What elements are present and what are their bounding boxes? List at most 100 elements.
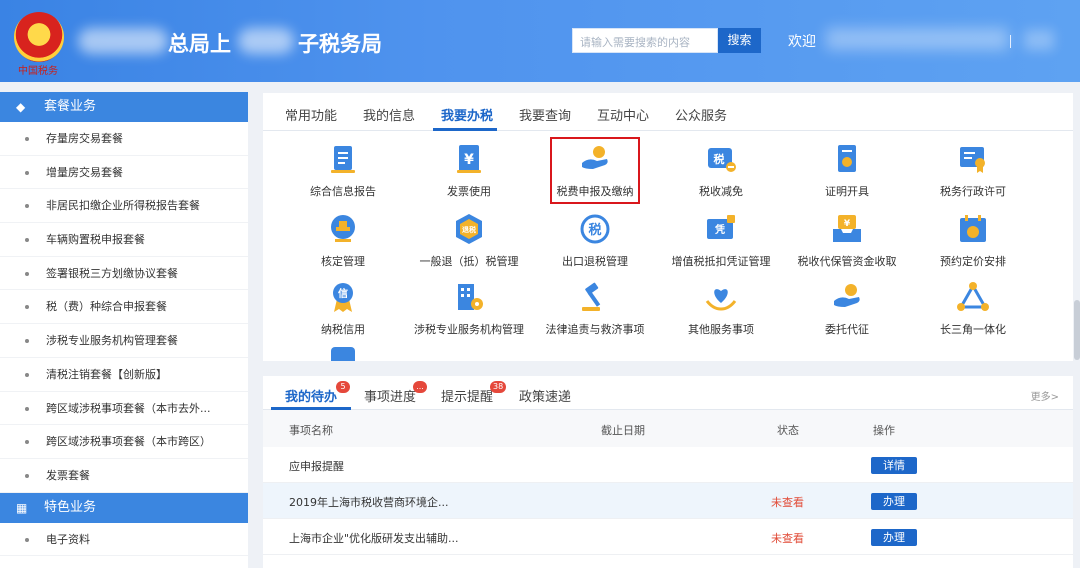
- function-panel: 常用功能 我的信息 我要办税 我要查询 互动中心 公众服务 综合信息报告 ¥ 发…: [263, 93, 1073, 361]
- search-button[interactable]: 搜索: [718, 28, 761, 53]
- refund-hexagon-icon: 退税: [453, 213, 485, 245]
- tab-interaction[interactable]: 互动中心: [597, 105, 649, 124]
- voucher-icon: 凭: [705, 213, 737, 245]
- function-tabs: 常用功能 我的信息 我要办税 我要查询 互动中心 公众服务: [263, 93, 1073, 131]
- grid-item-other-services[interactable]: 其他服务事项: [651, 281, 791, 337]
- sidebar-item[interactable]: 存量房交易套餐: [0, 122, 248, 156]
- column-header: 状态: [777, 424, 799, 437]
- sidebar-item[interactable]: 电子资料: [0, 523, 248, 557]
- table-header: 事项名称 截止日期 状态 操作: [263, 410, 1073, 447]
- tab-progress[interactable]: 事项进度: [364, 386, 416, 405]
- stamp-icon: [327, 213, 359, 245]
- triangle-network-icon: [957, 281, 989, 313]
- row-status: 未查看: [771, 532, 804, 545]
- grid-item-tax-relief[interactable]: 税 税收减免: [651, 143, 791, 199]
- sidebar-item[interactable]: 发票套餐: [0, 459, 248, 493]
- header-divider: [1010, 35, 1011, 48]
- tab-my-todo[interactable]: 我的待办: [285, 386, 337, 405]
- tab-reminders[interactable]: 提示提醒: [441, 386, 493, 405]
- top-header: 中国税务 总局上 子税务局 请输入需要搜索的内容 搜索 欢迎: [0, 0, 1080, 82]
- todo-count-badge: 5: [336, 381, 350, 393]
- sidebar-section-package[interactable]: ◆ 套餐业务: [0, 92, 248, 122]
- grid-item-entrusted-collection[interactable]: 委托代征: [777, 281, 917, 337]
- tab-policy[interactable]: 政策速递: [519, 386, 571, 405]
- tab-public[interactable]: 公众服务: [675, 105, 727, 124]
- tab-query[interactable]: 我要查询: [519, 105, 571, 124]
- tax-emblem-icon: [14, 12, 64, 62]
- sidebar: ◆ 套餐业务 存量房交易套餐 增量房交易套餐 非居民扣缴企业所得税报告套餐 车辆…: [0, 92, 248, 568]
- sidebar-item[interactable]: 跨区域涉税事项套餐（本市去外...: [0, 392, 248, 426]
- tax-circle-icon: 税: [579, 213, 611, 245]
- emblem-caption: 中国税务: [18, 66, 58, 77]
- sidebar-item[interactable]: 增量房交易套餐: [0, 156, 248, 190]
- svg-text:税: 税: [588, 222, 601, 238]
- handle-button[interactable]: 办理: [871, 529, 917, 546]
- grid-item-invoice-use[interactable]: ¥ 发票使用: [399, 143, 539, 199]
- grid-item-tax-credit[interactable]: 信 纳税信用: [273, 281, 413, 337]
- grid-item-legal-remedy[interactable]: 法律追责与救济事项: [525, 281, 665, 337]
- tab-do-tax[interactable]: 我要办税: [441, 105, 493, 124]
- site-title-part1: 总局上: [168, 32, 231, 56]
- sidebar-item[interactable]: 清税注销套餐【创新版】: [0, 358, 248, 392]
- grid-item-vat-voucher[interactable]: 凭 增值税抵扣凭证管理: [651, 213, 791, 269]
- svg-text:退税: 退税: [462, 225, 476, 234]
- sidebar-item[interactable]: 涉税专业服务机构管理套餐: [0, 324, 248, 358]
- grid-item-agency-mgmt[interactable]: 涉税专业服务机构管理: [399, 281, 539, 337]
- column-header: 操作: [873, 424, 895, 437]
- credit-medal-icon: [327, 345, 359, 361]
- tab-my-info[interactable]: 我的信息: [363, 105, 415, 124]
- tab-common[interactable]: 常用功能: [285, 105, 337, 124]
- blurred-title-segment: [238, 28, 294, 54]
- progress-count-badge: ...: [413, 381, 427, 393]
- welcome-text: 欢迎: [788, 34, 816, 50]
- svg-text:信: 信: [338, 287, 348, 300]
- search-input[interactable]: 请输入需要搜索的内容: [572, 28, 718, 53]
- blurred-username: [826, 28, 1008, 50]
- grid-item-export-refund[interactable]: 税 出口退税管理: [525, 213, 665, 269]
- grid-item-custody-funds[interactable]: ¥ 税收代保管资金收取: [777, 213, 917, 269]
- highlight-box: [550, 137, 640, 204]
- layers-icon: ◆: [16, 100, 26, 114]
- column-header: 事项名称: [289, 424, 333, 437]
- grid-item-yangtze-delta[interactable]: 长三角一体化: [903, 281, 1043, 337]
- detail-button[interactable]: 详情: [871, 457, 917, 474]
- svg-text:¥: ¥: [464, 152, 474, 168]
- grid-item-pricing-arrangement[interactable]: 预约定价安排: [903, 213, 1043, 269]
- sidebar-item[interactable]: 车辆购置税申报套餐: [0, 223, 248, 257]
- sidebar-item[interactable]: 签署银税三方划缴协议套餐: [0, 257, 248, 291]
- table-row: 2019年上海市税收营商环境企... 未查看 办理: [263, 483, 1073, 519]
- calendar-icon: [957, 213, 989, 245]
- blurred-title-segment: [78, 28, 168, 54]
- svg-text:凭: 凭: [714, 223, 725, 236]
- row-name: 应申报提醒: [289, 460, 344, 473]
- sidebar-item[interactable]: 跨区域涉税事项套餐（本市跨区）: [0, 425, 248, 459]
- grid-item-partial[interactable]: [273, 345, 413, 361]
- grid-item-certificate[interactable]: 证明开具: [777, 143, 917, 199]
- grid-item-assessment[interactable]: 核定管理: [273, 213, 413, 269]
- handle-button[interactable]: 办理: [871, 493, 917, 510]
- license-medal-icon: [957, 143, 989, 175]
- sidebar-section-featured[interactable]: ▦ 特色业务: [0, 492, 248, 523]
- grid-item-admin-license[interactable]: 税务行政许可: [903, 143, 1043, 199]
- column-header: 截止日期: [601, 424, 645, 437]
- invoice-yuan-icon: ¥: [453, 143, 485, 175]
- hand-coin-icon: [831, 281, 863, 313]
- more-link[interactable]: 更多>: [1031, 388, 1059, 403]
- credit-medal-icon: 信: [327, 281, 359, 313]
- scrollbar[interactable]: [1074, 300, 1080, 360]
- todo-tabs: 我的待办 5 事项进度 ... 提示提醒 38 政策速递 更多>: [263, 376, 1073, 410]
- blurred-user-action[interactable]: [1024, 30, 1054, 50]
- sidebar-item[interactable]: 税（费）种综合申报套餐: [0, 290, 248, 325]
- building-gear-icon: [453, 281, 485, 313]
- fund-tray-icon: ¥: [831, 213, 863, 245]
- site-title-part2: 子税务局: [298, 32, 382, 56]
- sidebar-item[interactable]: 非居民扣缴企业所得税报告套餐: [0, 189, 248, 224]
- grid-item-refund[interactable]: 退税 一般退（抵）税管理: [399, 213, 539, 269]
- certificate-icon: [831, 143, 863, 175]
- svg-text:¥: ¥: [844, 219, 851, 229]
- grid-item-info-report[interactable]: 综合信息报告: [273, 143, 413, 199]
- active-tab-indicator: [433, 128, 497, 131]
- row-status: 未查看: [771, 496, 804, 509]
- heart-hands-icon: [705, 281, 737, 313]
- todo-panel: 我的待办 5 事项进度 ... 提示提醒 38 政策速递 更多> 事项名称 截止…: [263, 376, 1073, 568]
